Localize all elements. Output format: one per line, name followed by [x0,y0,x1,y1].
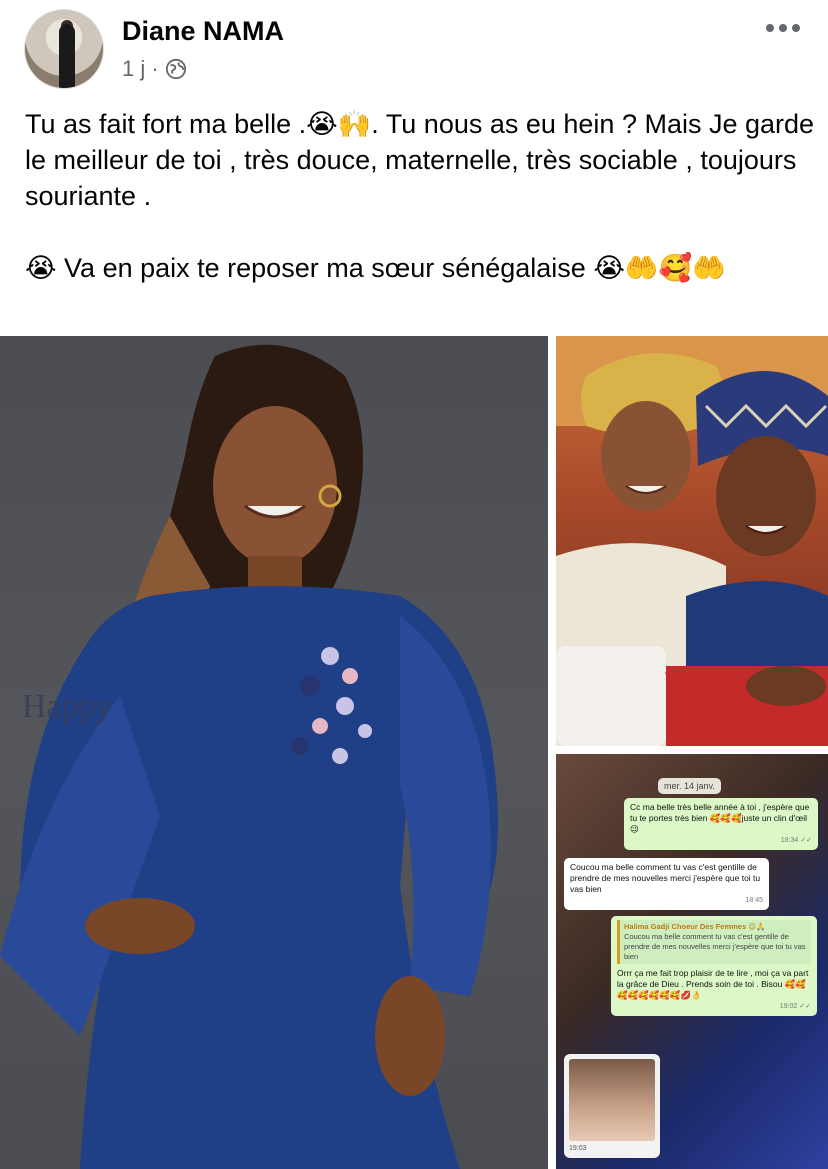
more-options-icon[interactable] [766,18,802,38]
chat-quote-text: Coucou ma belle comment tu vas c'est gen… [624,932,806,961]
globe-icon [165,58,186,80]
post-header: Diane NAMA 1 j · [0,0,828,100]
post-meta: 1 j · [122,56,187,82]
chat-message-time: 18:45 [745,897,763,904]
more-dot [792,24,800,32]
avatar-figure-body [59,24,75,88]
chat-message-text: Cc ma belle très belle année à toi , j'e… [630,802,810,834]
more-dot [766,24,774,32]
photo-chat-screenshot[interactable]: mer. 14 janv. Cc ma belle très belle ann… [556,754,828,1169]
more-dot [779,24,787,32]
chat-message-in: Coucou ma belle comment tu vas c'est gen… [564,858,769,910]
chat-message-text: Coucou ma belle comment tu vas c'est gen… [570,862,761,894]
chat-thumb-time: 19:03 [569,1145,587,1152]
post-time[interactable]: 1 j · [122,56,159,82]
portrait-illustration [0,344,498,1169]
two-women-illustration [556,336,828,746]
chat-quote-author: Halima Gadji Choeur Des Femmes 😉🙏 [624,922,766,931]
photo-portrait[interactable]: Happy [0,336,548,1169]
chat-image-thumbnail: 19:03 [564,1054,660,1158]
author-name[interactable]: Diane NAMA [122,16,284,47]
chat-message-out: Cc ma belle très belle année à toi , j'e… [624,798,818,850]
author-avatar[interactable] [24,9,104,89]
chat-message-time: 19:02 ✓✓ [779,1003,811,1010]
photo-two-women[interactable] [556,336,828,746]
chat-quoted-message: Halima Gadji Choeur Des Femmes 😉🙏 Coucou… [617,920,811,964]
post-text: Tu as fait fort ma belle .😭🙌. Tu nous as… [25,109,815,283]
photo-watermark: Happy [22,688,113,725]
chat-message-time: 18:34 ✓✓ [780,837,812,844]
chat-message-out-reply: Halima Gadji Choeur Des Femmes 😉🙏 Coucou… [611,916,817,1016]
chat-image [569,1059,655,1141]
chat-message-text: Orrr ça me fait trop plaisir de te lire … [617,968,809,1000]
chat-date: mer. 14 janv. [658,778,721,794]
